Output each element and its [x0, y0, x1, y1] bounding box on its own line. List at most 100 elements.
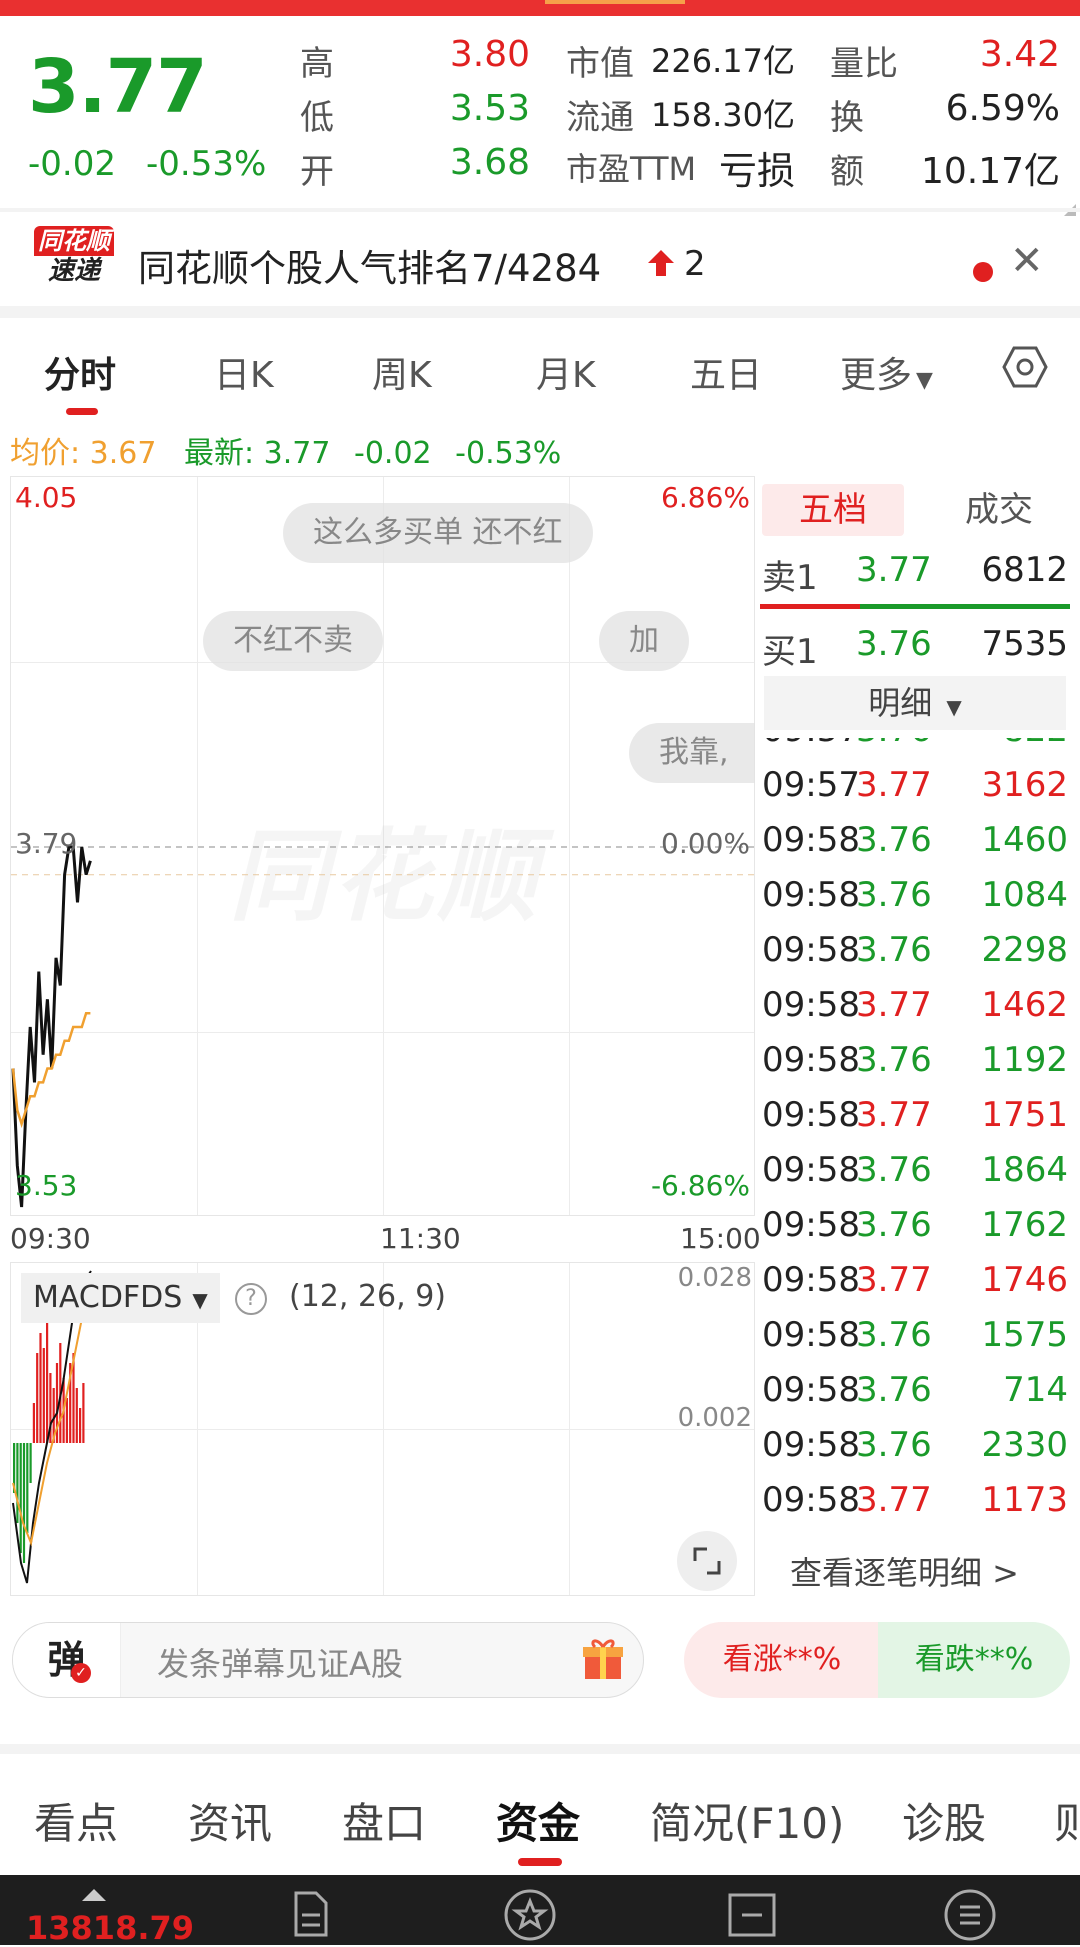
trade-tick-row: 09:58 3.76 1192	[762, 1040, 1068, 1094]
tab-f10-summary[interactable]: 简况(F10)	[650, 1790, 844, 1851]
danmu-input[interactable]: 发条弹幕见证A股	[157, 1639, 403, 1685]
fullscreen-icon	[693, 1547, 721, 1575]
tick-time: 09:58	[762, 1150, 860, 1190]
trade-tick-row: 09:58 3.76 1460	[762, 820, 1068, 874]
tab-highlights[interactable]: 看点	[34, 1790, 118, 1851]
tab-financials[interactable]: 则	[1054, 1790, 1080, 1851]
tab-trades[interactable]: 成交	[928, 484, 1070, 536]
latest-change: -0.02	[354, 436, 432, 471]
macd-bar	[75, 1388, 78, 1443]
help-icon[interactable]: ?	[235, 1283, 267, 1315]
settings-hexagon-icon[interactable]	[1002, 344, 1048, 390]
trade-ticks-list[interactable]: 09:573.7682209:573.77316209:583.76146009…	[760, 738, 1070, 1528]
tab-daily-k[interactable]: 日K	[214, 346, 274, 398]
tick-price: 3.76	[856, 1370, 932, 1410]
minus-box-icon[interactable]	[724, 1885, 780, 1941]
popularity-rank-text[interactable]: 同花顺个股人气排名7/4284	[138, 238, 601, 292]
trade-tick-row: 09:58 3.76 714	[762, 1370, 1068, 1424]
star-icon[interactable]	[502, 1885, 558, 1941]
trade-tick-row: 09:58 3.76 1575	[762, 1315, 1068, 1369]
time-end-label: 15:00	[680, 1222, 761, 1255]
tick-time: 09:58	[762, 1315, 860, 1355]
logo-bottom-text: 速递	[47, 256, 100, 286]
danmu-icon[interactable]: 弹 ✓	[13, 1623, 121, 1697]
rank-change: 2	[684, 244, 706, 284]
logo-top-text: 同花顺	[34, 226, 114, 256]
bearish-vote-button[interactable]: 看跌**%	[878, 1622, 1070, 1698]
detail-dropdown[interactable]: 明细 ▼	[764, 676, 1066, 730]
pct-mid-label: 0.00%	[661, 827, 750, 860]
tick-time: 09:58	[762, 1205, 860, 1245]
tick-time: 09:58	[762, 1095, 860, 1135]
buy1-price: 3.76	[856, 624, 932, 664]
tab-funds[interactable]: 资金	[496, 1790, 580, 1851]
danmu-input-bar[interactable]: 弹 ✓ 发条弹幕见证A股	[12, 1622, 644, 1698]
trade-tick-row: 09:58 3.77 1746	[762, 1260, 1068, 1314]
macd-indicator-panel[interactable]: MACDFDS ▼ ? (12, 26, 9) 0.028 0.002	[10, 1262, 755, 1596]
tab-monthly-k[interactable]: 月K	[536, 346, 596, 398]
tick-price: 3.76	[856, 1040, 932, 1080]
avg-price: 均价: 3.67	[10, 436, 157, 471]
tab-diagnosis[interactable]: 诊股	[902, 1790, 986, 1851]
tick-volume: 1762	[981, 1205, 1068, 1245]
macd-bar	[19, 1443, 22, 1553]
bullish-vote-button[interactable]: 看涨**%	[684, 1622, 880, 1698]
macd-bar	[32, 1403, 35, 1443]
fullscreen-button[interactable]	[677, 1531, 737, 1591]
index-value[interactable]: 13818.79	[26, 1909, 194, 1947]
tab-more[interactable]: 更多 ▼	[840, 346, 933, 398]
tick-price: 3.77	[856, 985, 932, 1025]
current-price: 3.77	[28, 44, 208, 130]
tick-time: 09:58	[762, 1260, 860, 1300]
amount-value: 10.17亿	[920, 151, 1060, 192]
tick-time: 09:58	[762, 930, 860, 970]
tick-volume: 1864	[981, 1150, 1068, 1190]
tick-time: 09:58	[762, 985, 860, 1025]
mktcap-value: 226.17亿	[651, 42, 795, 80]
caret-down-icon: ▼	[192, 1288, 208, 1312]
gift-icon[interactable]	[579, 1635, 627, 1683]
tab-intraday[interactable]: 分时	[44, 346, 116, 398]
tick-price: 3.77	[856, 1480, 932, 1520]
menu-icon[interactable]	[942, 1885, 998, 1941]
close-icon[interactable]: ✕	[1010, 238, 1044, 284]
view-tick-details-link[interactable]: 查看逐笔明细 >	[790, 1548, 1019, 1594]
danmu-bubble[interactable]: 我靠,	[629, 723, 755, 783]
intraday-chart[interactable]: 同花顺 4.05 6.86% 3.79 0.00% 3.53 -6.86% 这么…	[10, 476, 756, 1216]
trade-tick-row: 09:573.76 822	[762, 738, 1068, 764]
tick-price: 3.76	[856, 1315, 932, 1355]
news-banner[interactable]: 同花顺 速递 同花顺个股人气排名7/4284 2 ✕	[0, 212, 1080, 306]
tab-five-levels[interactable]: 五档	[762, 484, 904, 536]
trade-tick-row: 09:58 3.77 1173	[762, 1480, 1068, 1528]
tick-price: 3.76	[856, 875, 932, 915]
tick-volume: 1084	[981, 875, 1068, 915]
tick-price: 3.76	[856, 1425, 932, 1465]
macd-bar	[39, 1333, 42, 1443]
trade-tick-row: 09:58 3.76 2298	[762, 930, 1068, 984]
tab-five-day[interactable]: 五日	[690, 346, 762, 398]
tab-news[interactable]: 资讯	[188, 1790, 272, 1851]
tick-volume: 1575	[981, 1315, 1068, 1355]
document-icon[interactable]	[282, 1885, 338, 1941]
macd-bar	[82, 1383, 85, 1443]
chart-info-row: 均价: 3.67 最新: 3.77 -0.02 -0.53%	[10, 428, 561, 472]
macd-bar	[42, 1348, 45, 1443]
danmu-bubble[interactable]: 加	[599, 611, 689, 671]
indicator-selector[interactable]: MACDFDS ▼	[21, 1273, 220, 1323]
macd-bar	[16, 1443, 19, 1523]
tab-more-label: 更多	[840, 355, 913, 396]
danmu-bubble[interactable]: 这么多买单 还不红	[283, 503, 593, 563]
tab-weekly-k[interactable]: 周K	[372, 346, 432, 398]
tick-price: 3.76	[856, 1205, 932, 1245]
turnover-label: 换	[830, 98, 864, 138]
tick-price: 3.76	[856, 1150, 932, 1190]
buy-sell-ratio-fill	[760, 604, 860, 609]
trade-tick-row: 09:58 3.76 2330	[762, 1425, 1068, 1479]
macd-bar	[65, 1398, 68, 1443]
danmu-bubble[interactable]: 不红不卖	[203, 611, 383, 671]
buy1-volume: 7535	[981, 624, 1068, 664]
tick-volume: 822	[1003, 738, 1068, 750]
tick-volume: 714	[1003, 1370, 1068, 1410]
tab-market[interactable]: 盘口	[342, 1790, 426, 1851]
divider	[0, 306, 1080, 318]
